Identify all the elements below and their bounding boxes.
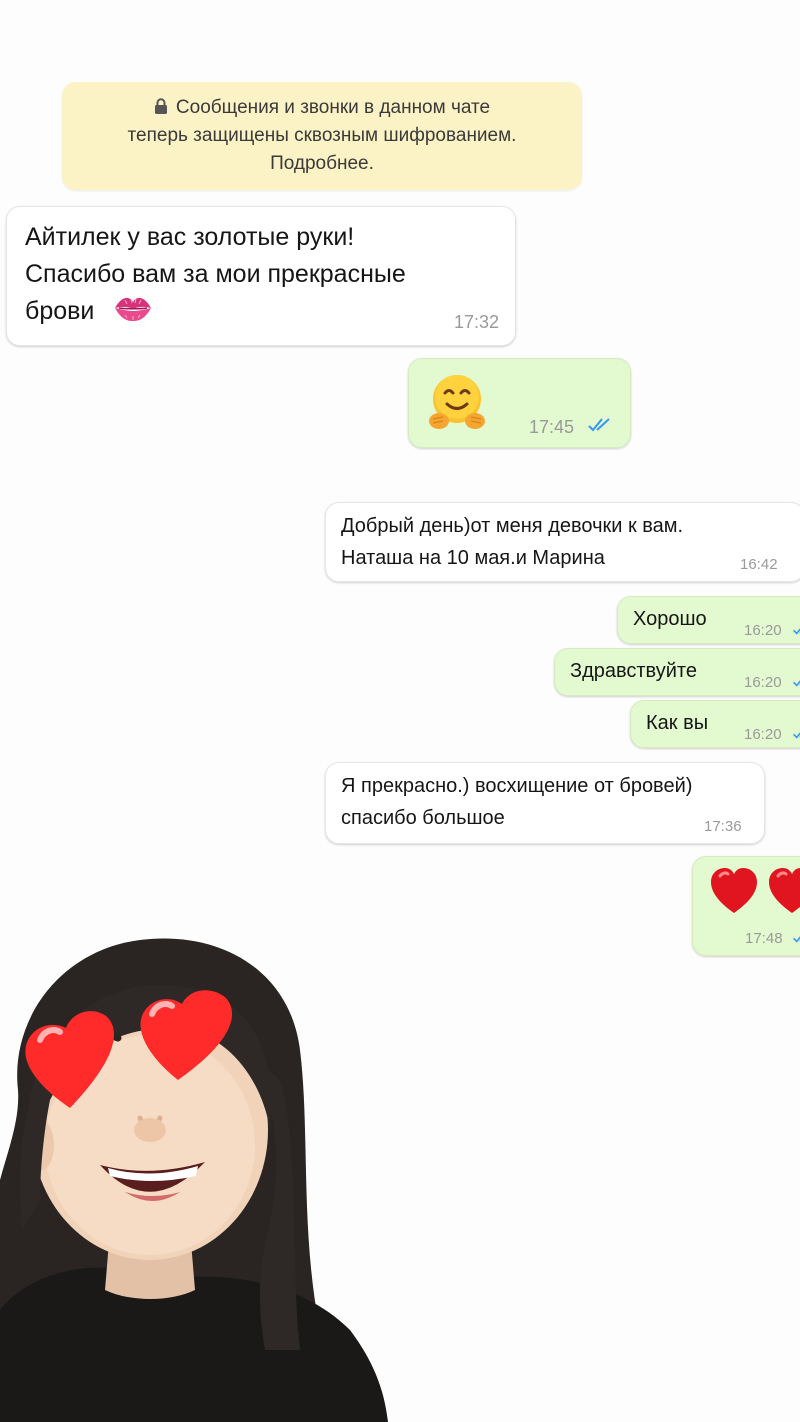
hugging-face-emoji [429,375,485,429]
message-time: 16:42 [740,556,778,573]
read-receipt-icon [793,732,800,739]
read-receipt-icon [793,936,800,943]
read-receipt-icon [588,418,610,432]
notice-line-1: Сообщения и звонки в данном чате [175,97,491,118]
message-time: 16:20 [744,674,782,691]
read-receipt-icon [793,628,800,635]
red-hearts-emoji [711,868,800,913]
outgoing-message[interactable]: 17:45 [408,358,631,448]
message-text: Добрый день)от меня девочки к вам. Наташ… [341,515,684,569]
message-time: 17:45 [529,417,575,437]
incoming-message[interactable]: Я прекрасно.) восхищение от бровей) спас… [325,762,765,844]
message-time: 16:20 [744,726,782,743]
message-time: 17:36 [704,818,742,835]
outgoing-message[interactable]: Как вы 16:20 [630,700,800,748]
message-time: 17:48 [745,930,783,947]
message-time: 16:20 [744,622,782,639]
notice-link[interactable]: Подробнее. [88,150,556,178]
message-text: Я прекрасно.) восхищение от бровей) спас… [341,775,693,829]
outgoing-message[interactable]: Здравствуйте 16:20 [554,648,800,696]
outgoing-message[interactable]: 17:48 [692,856,800,956]
encryption-notice[interactable]: Сообщения и звонки в данном чате теперь … [62,82,582,190]
message-time: 17:32 [453,312,499,332]
read-receipt-icon [793,680,800,687]
message-text: Хорошо [633,608,707,630]
message-text: Как вы [646,712,709,734]
message-text: Здравствуйте [570,660,697,682]
message-text: Айтилек у вас золотые руки! Спасибо вам … [25,223,406,325]
lock-icon [154,98,167,114]
kiss-mark-emoji [115,297,151,321]
incoming-message[interactable]: Добрый день)от меня девочки к вам. Наташ… [325,502,800,582]
notice-line-2: теперь защищены сквозным шифрованием. [127,125,517,146]
chat-screen: Сообщения и звонки в данном чате теперь … [0,0,800,1422]
incoming-message[interactable]: Айтилек у вас золотые руки! Спасибо вам … [6,206,516,346]
heart-eyes-memoji [0,938,388,1422]
outgoing-message[interactable]: Хорошо 16:20 [617,596,800,644]
